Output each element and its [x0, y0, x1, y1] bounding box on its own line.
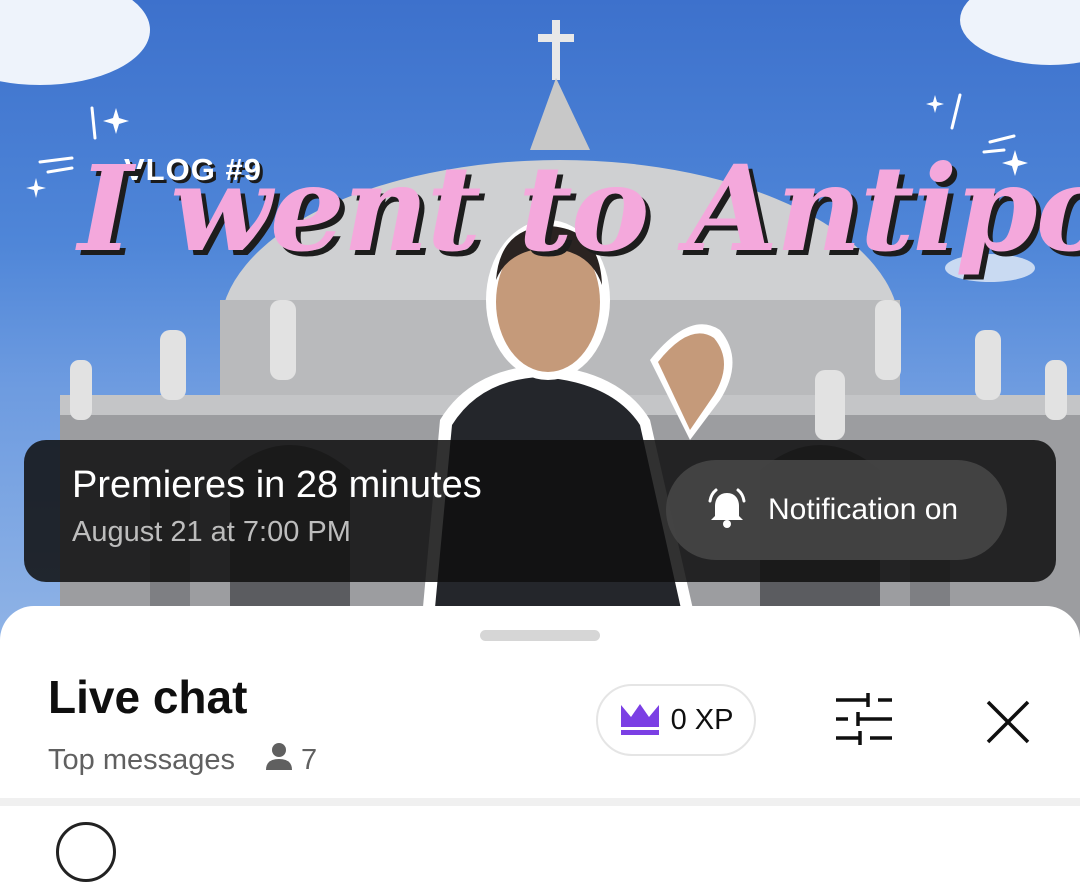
drag-handle[interactable] [480, 630, 600, 641]
chat-mode-selector[interactable]: Top messages [48, 744, 235, 777]
xp-button[interactable]: 0 XP [596, 684, 756, 756]
live-chat-sheet: Live chat Top messages 7 0 XP [0, 606, 1080, 882]
premiere-banner: Premieres in 28 minutes August 21 at 7:0… [24, 440, 1056, 582]
viewer-count-value: 7 [301, 743, 318, 776]
cloud [960, 0, 1080, 65]
chat-settings-button[interactable] [834, 692, 894, 751]
viewer-count: 7 [263, 740, 317, 780]
person-icon [263, 740, 295, 780]
sheet-divider [0, 798, 1080, 806]
close-chat-button[interactable] [984, 698, 1032, 751]
cloud [0, 0, 150, 85]
notification-toggle-button[interactable]: Notification on [666, 460, 1007, 560]
close-icon [984, 700, 1032, 750]
chat-mode-row: Top messages 7 [48, 740, 317, 780]
live-chat-title: Live chat [48, 671, 248, 723]
avatar[interactable] [56, 822, 116, 882]
premiere-date: August 21 at 7:00 PM [72, 516, 351, 548]
bell-ringing-icon [704, 485, 750, 536]
vlog-title-art: I went to Antipolo [78, 139, 1080, 278]
crown-icon [619, 701, 661, 740]
sliders-icon [834, 693, 894, 750]
premiere-countdown: Premieres in 28 minutes [72, 464, 482, 506]
xp-value: 0 XP [670, 703, 734, 736]
notification-label: Notification on [768, 493, 959, 526]
